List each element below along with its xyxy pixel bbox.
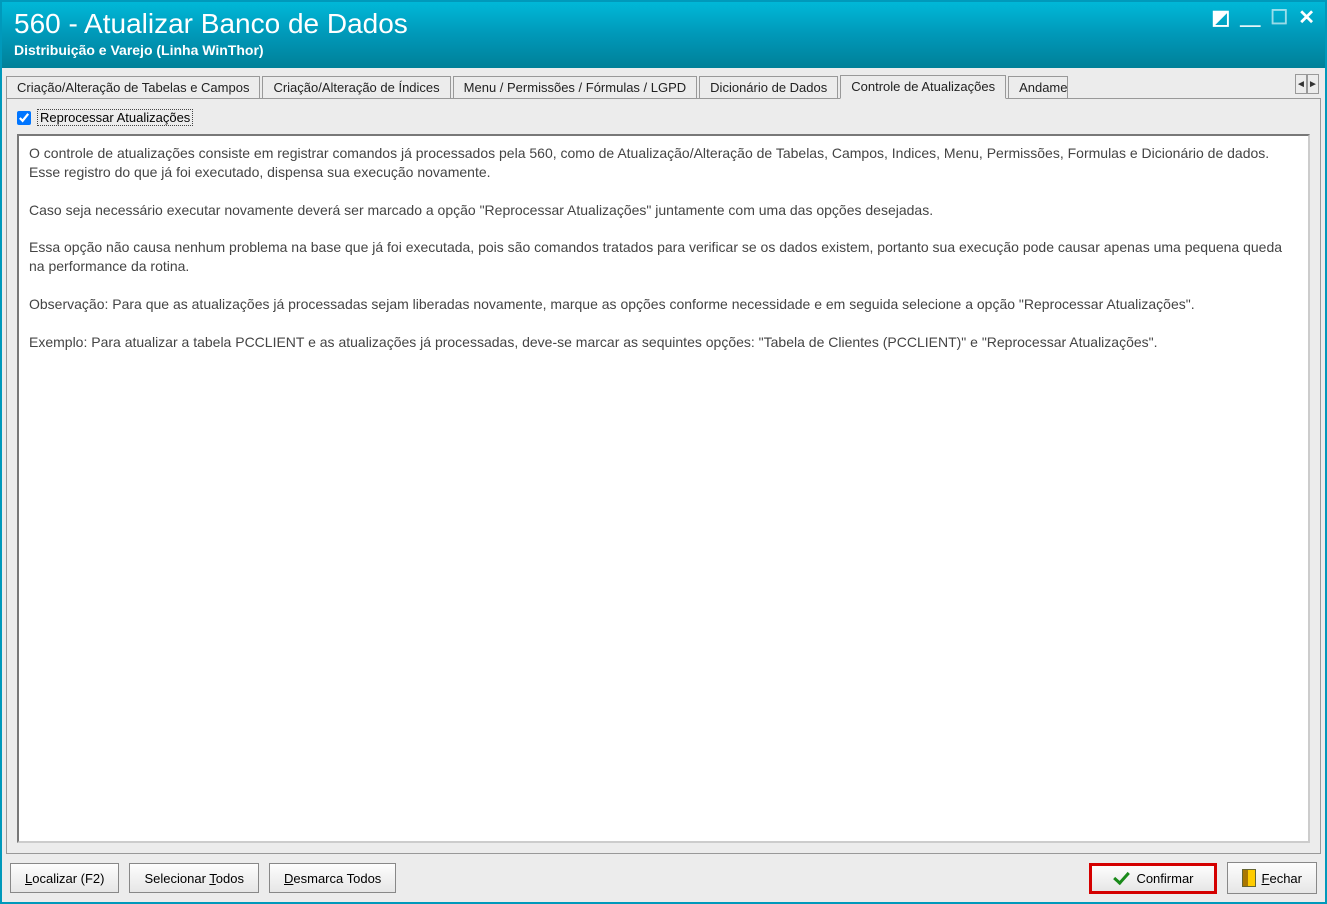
button-label: Desmarca Todos — [284, 871, 381, 886]
tab-criacao-indices[interactable]: Criação/Alteração de Índices — [262, 76, 450, 98]
door-exit-icon — [1242, 869, 1256, 887]
tab-menu-permissoes[interactable]: Menu / Permissões / Fórmulas / LGPD — [453, 76, 698, 98]
tab-dicionario[interactable]: Dicionário de Dados — [699, 76, 838, 98]
restore-alt-icon[interactable]: ◩ — [1211, 8, 1230, 28]
reprocessar-checkbox-row: Reprocessar Atualizações — [17, 109, 1310, 126]
tab-andamento[interactable]: Andame — [1008, 76, 1068, 98]
titlebar: 560 - Atualizar Banco de Dados Distribui… — [2, 2, 1325, 68]
info-text: O controle de atualizações consiste em r… — [17, 134, 1310, 843]
button-label: Confirmar — [1136, 871, 1193, 886]
bottom-bar: Localizar (F2) Selecionar Todos Desmarca… — [6, 854, 1321, 898]
reprocessar-label[interactable]: Reprocessar Atualizações — [37, 109, 193, 126]
window-subtitle: Distribuição e Varejo (Linha WinThor) — [14, 42, 1313, 58]
minimize-icon[interactable]: ＿ — [1240, 8, 1260, 28]
localizar-button[interactable]: Localizar (F2) — [10, 863, 119, 893]
close-icon[interactable]: ✕ — [1298, 8, 1315, 28]
desmarca-todos-button[interactable]: Desmarca Todos — [269, 863, 396, 893]
check-icon — [1112, 871, 1130, 885]
reprocessar-checkbox[interactable] — [17, 111, 31, 125]
content-area: Criação/Alteração de Tabelas e Campos Cr… — [2, 68, 1325, 902]
tab-scroll: ◄ ► — [1295, 74, 1319, 94]
fechar-button[interactable]: Fechar — [1227, 862, 1317, 894]
maximize-icon[interactable]: ☐ — [1270, 8, 1288, 28]
tab-scroll-right-icon[interactable]: ► — [1307, 74, 1319, 94]
tab-controle-atualizacoes[interactable]: Controle de Atualizações — [840, 75, 1006, 99]
tab-panel: Reprocessar Atualizações O controle de a… — [6, 98, 1321, 854]
tabstrip: Criação/Alteração de Tabelas e Campos Cr… — [6, 72, 1321, 98]
window-controls: ◩ ＿ ☐ ✕ — [1211, 8, 1315, 28]
tab-scroll-left-icon[interactable]: ◄ — [1295, 74, 1307, 94]
app-window: 560 - Atualizar Banco de Dados Distribui… — [0, 0, 1327, 904]
window-title: 560 - Atualizar Banco de Dados — [14, 8, 1313, 40]
button-label: Selecionar Todos — [144, 871, 244, 886]
tab-criacao-tabelas[interactable]: Criação/Alteração de Tabelas e Campos — [6, 76, 260, 98]
button-label: Localizar (F2) — [25, 871, 104, 886]
confirmar-button[interactable]: Confirmar — [1089, 863, 1216, 894]
button-label: Fechar — [1262, 871, 1302, 886]
selecionar-todos-button[interactable]: Selecionar Todos — [129, 863, 259, 893]
